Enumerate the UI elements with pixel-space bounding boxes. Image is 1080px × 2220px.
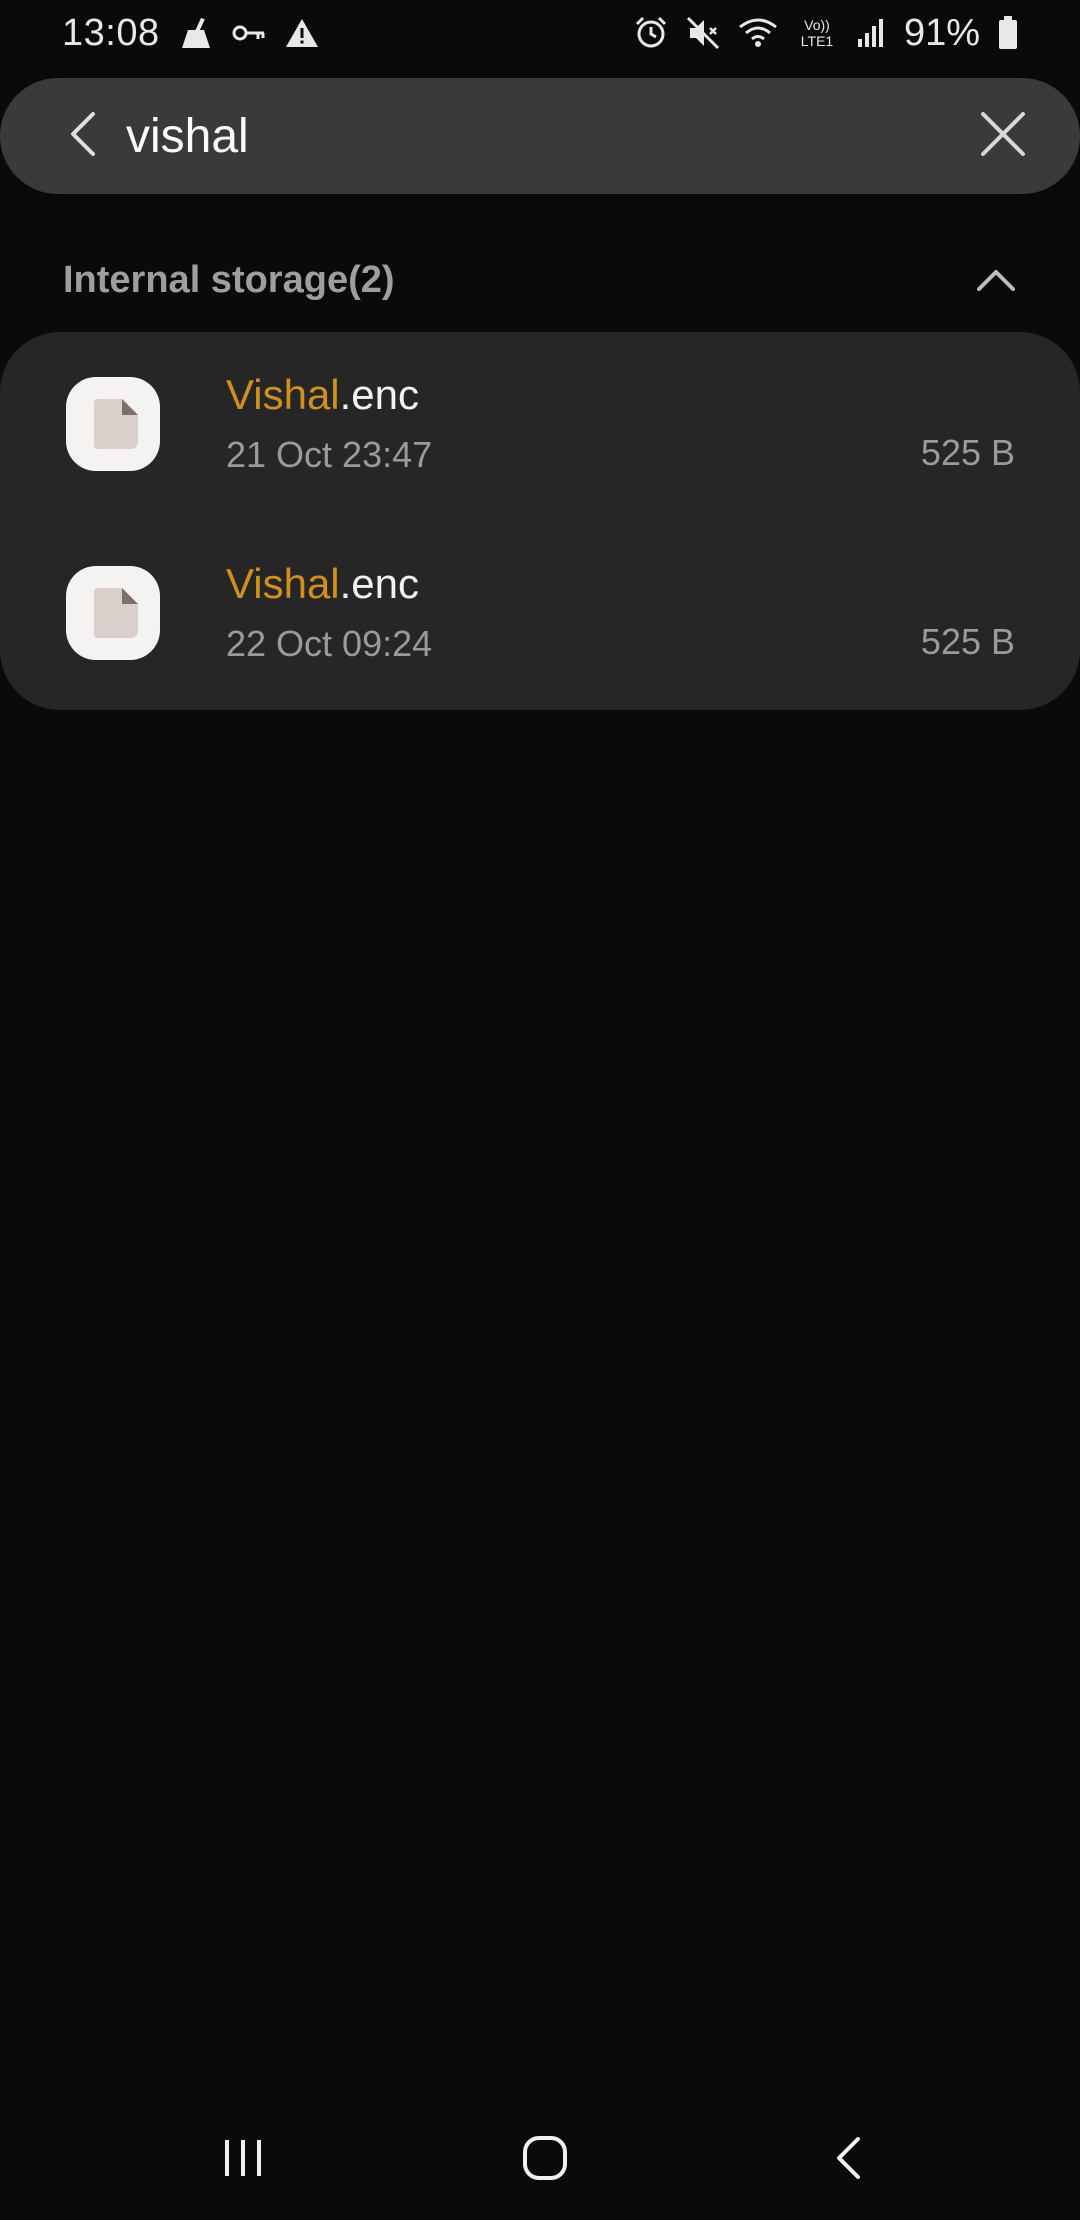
battery-icon bbox=[998, 16, 1018, 50]
clear-search-button[interactable] bbox=[950, 78, 1080, 194]
nav-back-icon bbox=[833, 2135, 863, 2186]
file-name-extension: .enc bbox=[339, 371, 420, 418]
document-icon bbox=[66, 377, 160, 471]
mute-icon bbox=[686, 16, 720, 50]
close-icon bbox=[980, 111, 1026, 162]
chevron-up-icon[interactable] bbox=[966, 250, 1026, 310]
recents-icon bbox=[222, 2138, 264, 2183]
section-title: Internal storage(2) bbox=[63, 258, 395, 301]
status-time: 13:08 bbox=[62, 11, 160, 54]
file-search-screen: 13:08 Vo)) LTE1 91% vishal Internal stor… bbox=[0, 0, 1080, 2220]
search-input[interactable] bbox=[126, 108, 950, 164]
file-name-match: Vishal bbox=[226, 371, 340, 418]
file-name-extension: .enc bbox=[339, 560, 420, 607]
file-name-match: Vishal bbox=[226, 560, 340, 607]
file-text: Vishal.enc 22 Oct 09:24 bbox=[226, 563, 432, 665]
volte-icon: Vo)) LTE1 bbox=[796, 16, 838, 50]
signal-icon bbox=[856, 17, 886, 49]
home-button[interactable] bbox=[495, 2120, 595, 2200]
recents-button[interactable] bbox=[193, 2120, 293, 2200]
nav-back-button[interactable] bbox=[798, 2120, 898, 2200]
navigation-bar bbox=[0, 2120, 1080, 2200]
back-button[interactable] bbox=[0, 78, 120, 194]
file-list-item[interactable]: Vishal.enc 22 Oct 09:24 525 B bbox=[0, 521, 1080, 710]
file-list: Vishal.enc 21 Oct 23:47 525 B Vishal.enc… bbox=[0, 332, 1080, 710]
battery-percent: 91% bbox=[903, 11, 980, 54]
cleaner-icon bbox=[178, 16, 214, 50]
wifi-icon bbox=[738, 17, 778, 49]
back-arrow-icon bbox=[67, 110, 97, 163]
status-bar: 13:08 Vo)) LTE1 91% bbox=[0, 0, 1080, 66]
file-name: Vishal.enc bbox=[226, 374, 432, 416]
svg-text:Vo)): Vo)) bbox=[804, 17, 830, 33]
section-header[interactable]: Internal storage(2) bbox=[0, 240, 1080, 320]
svg-text:LTE1: LTE1 bbox=[801, 33, 834, 49]
home-icon bbox=[522, 2135, 568, 2186]
alarm-icon bbox=[634, 16, 668, 50]
file-list-item[interactable]: Vishal.enc 21 Oct 23:47 525 B bbox=[0, 332, 1080, 521]
file-date: 22 Oct 09:24 bbox=[226, 623, 433, 664]
file-size: 525 B bbox=[920, 432, 1015, 473]
search-bar bbox=[0, 78, 1080, 194]
key-icon bbox=[232, 22, 266, 44]
status-left: 13:08 bbox=[62, 12, 320, 55]
file-size: 525 B bbox=[920, 621, 1015, 662]
status-right: Vo)) LTE1 91% bbox=[634, 12, 1018, 55]
file-date: 21 Oct 23:47 bbox=[226, 434, 433, 475]
warning-icon bbox=[284, 17, 320, 49]
file-text: Vishal.enc 21 Oct 23:47 bbox=[226, 374, 432, 476]
document-icon bbox=[66, 566, 160, 660]
file-name: Vishal.enc bbox=[226, 563, 432, 605]
